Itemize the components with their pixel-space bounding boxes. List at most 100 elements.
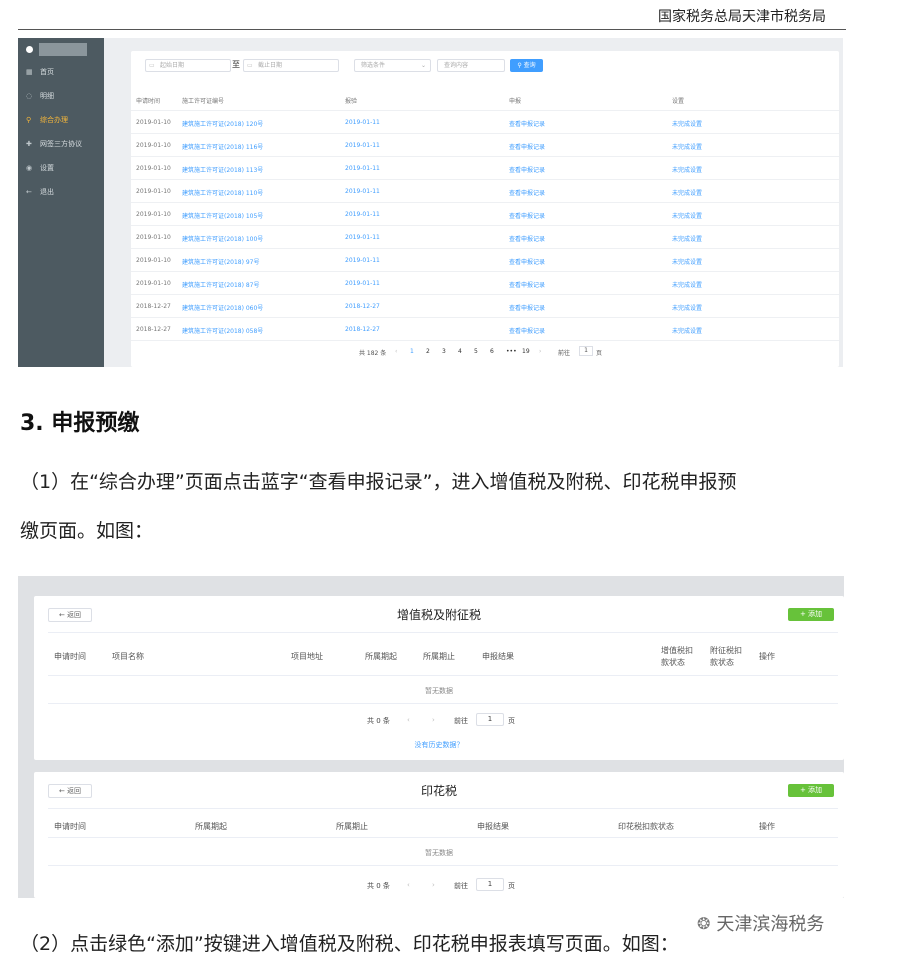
- permit-link[interactable]: 建筑施工许可证(2018) 100号: [182, 234, 263, 243]
- history-link[interactable]: 没有历史数据？: [34, 740, 844, 750]
- setting-link[interactable]: 未完成设置: [672, 119, 702, 128]
- goto-page-input[interactable]: 1: [579, 346, 593, 356]
- query-content-input[interactable]: 查询内容: [437, 59, 505, 72]
- check-date-link[interactable]: 2019-01-11: [345, 188, 380, 195]
- add-button[interactable]: + 添加: [788, 784, 834, 797]
- check-date-link[interactable]: 2019-01-11: [345, 211, 380, 218]
- screenshot-tax-panels: ← 返回 增值税及附征税 + 添加 申请时间 项目名称 项目地址 所属期起 所属…: [18, 576, 844, 898]
- page-number[interactable]: 19: [522, 348, 530, 355]
- declaration-card: ▭ 起始日期 至 ▭ 截止日期 筛选条件 ⌄ 查询内容 ⚲ 查询 申请时间 施工许可证…: [131, 51, 839, 367]
- apply-date-cell: 2019-01-10: [136, 188, 171, 195]
- view-declaration-link[interactable]: 查看申报记录: [509, 119, 545, 128]
- vat-panel: ← 返回 增值税及附征税 + 添加 申请时间 项目名称 项目地址 所属期起 所属…: [34, 596, 844, 760]
- table-row: 2019-01-10 建筑施工许可证(2018) 105号 2019-01-11 查看…: [131, 203, 839, 226]
- end-date-input[interactable]: ▭ 截止日期: [243, 59, 339, 72]
- column-header: 施工许可证编号: [182, 98, 225, 105]
- sidebar-item-label: 网签三方协议: [40, 140, 82, 148]
- check-date-link[interactable]: 2019-01-11: [345, 142, 380, 149]
- check-date-link[interactable]: 2019-01-11: [345, 257, 380, 264]
- column-header: 申请时间: [54, 822, 86, 831]
- view-declaration-link[interactable]: 查看申报记录: [509, 303, 545, 312]
- prev-page-button[interactable]: ‹: [407, 716, 410, 724]
- sidebar-item[interactable]: ◌ 明细: [18, 84, 104, 108]
- setting-link[interactable]: 未完成设置: [672, 188, 702, 197]
- check-date-link[interactable]: 2019-01-11: [345, 165, 380, 172]
- setting-link[interactable]: 未完成设置: [672, 326, 702, 335]
- table-row: 2018-12-27 建筑施工许可证(2018) 060号 2018-12-27 查看…: [131, 295, 839, 318]
- column-header: 增值税扣款状态: [661, 646, 693, 667]
- permit-link[interactable]: 建筑施工许可证(2018) 113号: [182, 165, 263, 174]
- pagination: 共 182 条 ‹ 1 2 3 4 5 6 ••• 19 › 前往 1 页: [131, 346, 839, 360]
- page-number[interactable]: 3: [442, 348, 446, 355]
- goto-page-input[interactable]: 1: [476, 713, 504, 726]
- sidebar-item[interactable]: ⚲ 综合办理: [18, 108, 104, 132]
- view-declaration-link[interactable]: 查看申报记录: [509, 257, 545, 266]
- setting-link[interactable]: 未完成设置: [672, 280, 702, 289]
- check-date-link[interactable]: 2019-01-11: [345, 234, 380, 241]
- setting-link[interactable]: 未完成设置: [672, 303, 702, 312]
- sidebar-item[interactable]: ✚ 网签三方协议: [18, 132, 104, 156]
- query-button[interactable]: ⚲ 查询: [510, 59, 543, 72]
- setting-link[interactable]: 未完成设置: [672, 234, 702, 243]
- prev-page-button[interactable]: ‹: [395, 348, 397, 355]
- table-header: 申请时间 所属期起 所属期止 申报结果 印花税扣款状态 操作: [48, 808, 838, 838]
- sidebar-item-label: 退出: [40, 188, 54, 196]
- sidebar-item[interactable]: ◉ 设置: [18, 156, 104, 180]
- setting-link[interactable]: 未完成设置: [672, 211, 702, 220]
- empty-text: 暂无数据: [425, 687, 453, 695]
- view-declaration-link[interactable]: 查看申报记录: [509, 326, 545, 335]
- prev-page-button[interactable]: ‹: [407, 881, 410, 889]
- check-date-link[interactable]: 2018-12-27: [345, 326, 380, 333]
- permit-link[interactable]: 建筑施工许可证(2018) 105号: [182, 211, 263, 220]
- page-number[interactable]: •••: [506, 348, 517, 355]
- permit-link[interactable]: 建筑施工许可证(2018) 120号: [182, 119, 263, 128]
- next-page-button[interactable]: ›: [432, 881, 435, 889]
- plus-icon: ✚: [26, 140, 32, 148]
- table-row: 2019-01-10 建筑施工许可证(2018) 97号 2019-01-11 查看申…: [131, 249, 839, 272]
- setting-link[interactable]: 未完成设置: [672, 165, 702, 174]
- permit-link[interactable]: 建筑施工许可证(2018) 97号: [182, 257, 260, 266]
- page-number[interactable]: 4: [458, 348, 462, 355]
- column-header: 申请时间: [136, 98, 161, 105]
- view-declaration-link[interactable]: 查看申报记录: [509, 188, 545, 197]
- page-number[interactable]: 6: [490, 348, 494, 355]
- permit-link[interactable]: 建筑施工许可证(2018) 110号: [182, 188, 263, 197]
- check-date-link[interactable]: 2018-12-27: [345, 303, 380, 310]
- next-page-button[interactable]: ›: [432, 716, 435, 724]
- view-declaration-link[interactable]: 查看申报记录: [509, 280, 545, 289]
- start-date-input[interactable]: ▭ 起始日期: [145, 59, 231, 72]
- goto-label: 前往: [454, 717, 468, 725]
- setting-link[interactable]: 未完成设置: [672, 257, 702, 266]
- view-declaration-link[interactable]: 查看申报记录: [509, 211, 545, 220]
- column-header: 报验: [345, 98, 358, 105]
- goto-page-input[interactable]: 1: [476, 878, 504, 891]
- check-date-link[interactable]: 2019-01-11: [345, 119, 380, 126]
- permit-link[interactable]: 建筑施工许可证(2018) 060号: [182, 303, 263, 312]
- page-number[interactable]: 1: [410, 348, 414, 355]
- panel-title: 印花税: [420, 784, 457, 798]
- instruction-line: （1）在“综合办理”页面点击蓝字“查看申报记录”，进入增值税及附税、印花税申报预: [20, 471, 737, 493]
- table-row: 2019-01-10 建筑施工许可证(2018) 87号 2019-01-11 查看申…: [131, 272, 839, 295]
- page-number[interactable]: 2: [426, 348, 430, 355]
- declaration-table: 申请时间 施工许可证编号 报验 申报 设置 2019-01-10 建筑施工许可证(…: [131, 96, 839, 341]
- total-count: 共 182 条: [359, 350, 387, 357]
- sidebar-item[interactable]: ← 退出: [18, 180, 104, 204]
- permit-link[interactable]: 建筑施工许可证(2018) 116号: [182, 142, 263, 151]
- view-declaration-link[interactable]: 查看申报记录: [509, 165, 545, 174]
- check-date-link[interactable]: 2019-01-11: [345, 280, 380, 287]
- column-header: 所属期起: [365, 652, 397, 661]
- page-number[interactable]: 5: [474, 348, 478, 355]
- goto-label: 前往: [454, 882, 468, 890]
- view-declaration-link[interactable]: 查看申报记录: [509, 142, 545, 151]
- permit-link[interactable]: 建筑施工许可证(2018) 058号: [182, 326, 263, 335]
- permit-link[interactable]: 建筑施工许可证(2018) 87号: [182, 280, 260, 289]
- condition-select[interactable]: 筛选条件 ⌄: [354, 59, 431, 72]
- view-declaration-link[interactable]: 查看申报记录: [509, 234, 545, 243]
- table-row: 2018-12-27 建筑施工许可证(2018) 058号 2018-12-27 查看…: [131, 318, 839, 341]
- apply-date-cell: 2018-12-27: [136, 326, 171, 333]
- add-button[interactable]: + 添加: [788, 608, 834, 621]
- sidebar-item[interactable]: ▦ 首页: [18, 60, 104, 84]
- next-page-button[interactable]: ›: [539, 348, 541, 355]
- setting-link[interactable]: 未完成设置: [672, 142, 702, 151]
- range-separator: 至: [232, 60, 240, 69]
